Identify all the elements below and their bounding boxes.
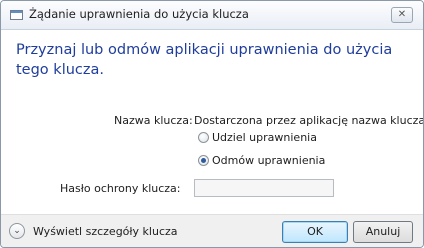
radio-deny-label: Odmów uprawnienia (212, 154, 326, 167)
password-label: Hasło ochrony klucza: (60, 182, 181, 195)
window-icon (10, 10, 23, 20)
title-bar: Żądanie uprawnienia do użycia klucza ✕ (1, 1, 423, 30)
chevron-down-icon: ⌄ (13, 226, 21, 236)
close-icon: ✕ (397, 9, 407, 20)
radio-button-selected[interactable] (198, 155, 209, 166)
details-label[interactable]: Wyświetl szczegóły klucza (33, 225, 178, 238)
key-name-label: Nazwa klucza: (114, 114, 193, 127)
expand-details-button[interactable]: ⌄ (9, 223, 25, 239)
dialog-footer: ⌄ Wyświetl szczegóły klucza OK Anuluj (1, 214, 423, 247)
main-instruction: Przyznaj lub odmów aplikacji uprawnienia… (16, 42, 393, 78)
key-name-value: Dostarczona przez aplikację nazwa klucza (194, 114, 424, 127)
close-button[interactable]: ✕ (391, 7, 413, 23)
ok-button[interactable]: OK (282, 221, 348, 243)
radio-grant-label: Udziel uprawnienia (212, 131, 317, 144)
cancel-button[interactable]: Anuluj (353, 221, 413, 243)
password-field[interactable] (194, 179, 334, 197)
key-permission-dialog: Żądanie uprawnienia do użycia klucza ✕ P… (0, 0, 424, 248)
window-title: Żądanie uprawnienia do użycia klucza (29, 7, 249, 21)
radio-button[interactable] (198, 132, 209, 143)
